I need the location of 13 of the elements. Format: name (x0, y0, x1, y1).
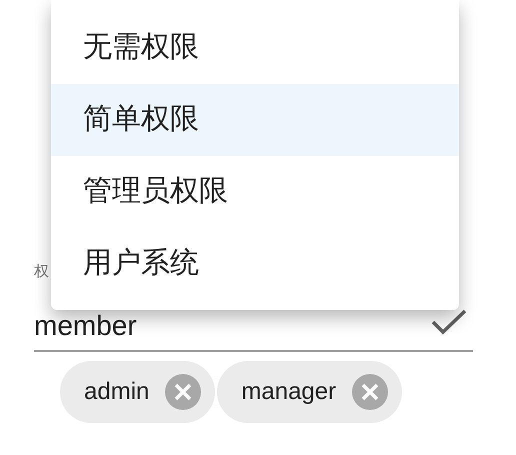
menu-item[interactable]: 无需权限 (51, 12, 459, 84)
menu-item[interactable]: 管理员权限 (51, 156, 459, 228)
input-field[interactable]: member (34, 310, 431, 342)
chip[interactable]: manager (217, 361, 402, 423)
chip[interactable]: admin (60, 361, 216, 423)
field-label: 权 (34, 262, 49, 282)
chip-label: manager (241, 377, 336, 407)
close-icon[interactable] (352, 374, 388, 410)
chip-label: admin (84, 377, 150, 407)
menu-item[interactable]: 用户系统 (51, 228, 459, 300)
close-icon[interactable] (165, 374, 202, 410)
check-icon[interactable] (431, 308, 467, 336)
menu-item[interactable]: 简单权限 (51, 84, 459, 156)
